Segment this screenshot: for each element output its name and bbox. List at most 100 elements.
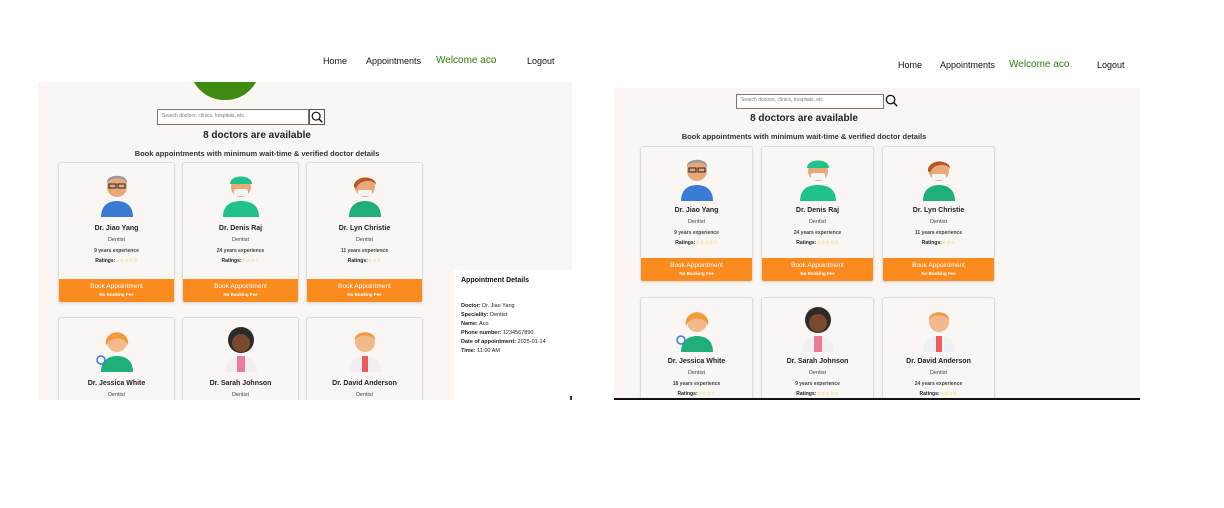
- rating-stars: ☆☆☆☆: [939, 391, 958, 397]
- doctor-speciality: Dentist: [231, 392, 250, 398]
- doctor-experience: 9 years experience: [795, 381, 840, 387]
- book-appointment-button[interactable]: Book Appointment No Booking Fee: [883, 258, 994, 281]
- doctor-card: Dr. David Anderson Dentist 24 years expe…: [882, 297, 995, 400]
- doctor-avatar: [222, 176, 259, 217]
- book-label: Book Appointment: [90, 283, 143, 290]
- doctor-ratings: Ratings:☆☆☆☆☆: [641, 240, 752, 246]
- doctor-ratings: Ratings:☆☆☆☆☆: [59, 258, 174, 264]
- doctor-avatar: [801, 307, 834, 352]
- book-appointment-button[interactable]: Book Appointment No Booking Fee: [307, 279, 422, 302]
- doctor-name: Dr. David Anderson: [332, 380, 397, 387]
- appt-speciality: Speciality: Dentist: [461, 312, 508, 318]
- doctor-speciality: Dentist: [808, 219, 827, 225]
- doctor-card: Dr. Sarah Johnson Dentist: [182, 317, 299, 400]
- nav-appointments-link[interactable]: Appointments: [940, 60, 995, 70]
- doctor-avatar: [680, 159, 713, 201]
- doctor-experience: 18 years experience: [672, 381, 721, 387]
- search-input[interactable]: Search doctors, clinics, hospitals, etc.: [157, 109, 309, 125]
- logo: [190, 82, 260, 100]
- doctor-speciality: Dentist: [929, 219, 948, 225]
- welcome-text: Welcome aco: [1009, 59, 1070, 70]
- doctor-card: Dr. Jessica White Dentist 18 years exper…: [640, 297, 753, 400]
- doctor-name: Dr. David Anderson: [906, 358, 971, 365]
- doctor-card: Dr. Sarah Johnson Dentist 9 years experi…: [761, 297, 874, 400]
- rating-stars: ☆☆☆☆: [697, 391, 716, 397]
- available-count: 8 doctors are available: [750, 113, 858, 124]
- doctor-experience: 9 years experience: [94, 248, 139, 254]
- ratings-label: Ratings:: [919, 391, 940, 397]
- ratings-label: Ratings:: [796, 240, 817, 246]
- doctor-card: Dr. Jiao Yang Dentist 9 years experience…: [58, 162, 175, 303]
- doctor-avatar: [922, 312, 955, 352]
- doctor-ratings: Ratings:☆☆☆☆: [183, 258, 298, 264]
- appt-date: Date of appointment: 2025-01-14: [461, 339, 546, 345]
- search-input[interactable]: Search doctors, clinics, hospitals, etc.: [736, 94, 884, 109]
- doctor-speciality: Dentist: [107, 392, 126, 398]
- doctor-card: Dr. Lyn Christie Dentist 11 years experi…: [882, 146, 995, 282]
- doctor-speciality: Dentist: [355, 392, 374, 398]
- rating-stars: ☆☆☆☆☆: [816, 240, 839, 246]
- doctor-speciality: Dentist: [808, 370, 827, 376]
- doctor-experience: 24 years experience: [914, 381, 963, 387]
- book-appointment-button[interactable]: Book Appointment No Booking Fee: [183, 279, 298, 302]
- doctor-avatar: [348, 332, 381, 372]
- doctor-ratings: Ratings:☆☆☆☆☆: [762, 240, 873, 246]
- book-label: Book Appointment: [338, 283, 391, 290]
- doctor-name: Dr. Lyn Christie: [338, 225, 391, 232]
- doctor-speciality: Dentist: [231, 237, 250, 243]
- nav-logout-link[interactable]: Logout: [527, 56, 555, 66]
- doctor-name: Dr. Denis Raj: [218, 225, 263, 232]
- doctor-speciality: Dentist: [355, 237, 374, 243]
- rating-stars: ☆☆☆: [941, 240, 956, 246]
- doctor-ratings: Ratings:☆☆☆☆☆: [762, 391, 873, 397]
- doctor-name: Dr. Lyn Christie: [912, 207, 965, 214]
- doctor-avatar: [224, 327, 257, 372]
- doctor-avatar: [95, 332, 133, 372]
- no-fee-label: No Booking Fee: [223, 292, 258, 297]
- scroll-indicator: [570, 396, 572, 400]
- left-screenshot: Home Appointments Welcome aco Logout Sea…: [38, 48, 572, 400]
- ratings-label: Ratings:: [95, 258, 116, 264]
- doctor-speciality: Dentist: [687, 219, 706, 225]
- book-appointment-button[interactable]: Book Appointment No Booking Fee: [641, 258, 752, 281]
- doctor-avatar: [348, 177, 381, 217]
- doctor-name: Dr. Jessica White: [667, 358, 726, 365]
- appt-time: Time: 11:00 AM: [461, 348, 500, 354]
- doctor-avatar: [922, 161, 955, 201]
- tagline: Book appointments with minimum wait-time…: [134, 149, 380, 158]
- no-fee-label: No Booking Fee: [800, 271, 835, 276]
- rating-stars: ☆☆☆☆☆: [695, 240, 718, 246]
- doctor-speciality: Dentist: [107, 237, 126, 243]
- appt-doctor: Doctor: Dr. Jiao Yang: [461, 303, 515, 309]
- doctor-speciality: Dentist: [687, 370, 706, 376]
- doctor-experience: 11 years experience: [914, 230, 963, 236]
- nav-logout-link[interactable]: Logout: [1097, 60, 1125, 70]
- doctor-card: Dr. Denis Raj Dentist 24 years experienc…: [182, 162, 299, 303]
- rating-stars: ☆☆☆☆: [241, 258, 260, 264]
- rating-stars: ☆☆☆: [367, 258, 382, 264]
- search-button[interactable]: [884, 93, 899, 108]
- doctor-speciality: Dentist: [929, 370, 948, 376]
- doctor-card: Dr. Jiao Yang Dentist 9 years experience…: [640, 146, 753, 282]
- top-nav: Home Appointments Welcome aco Logout: [614, 48, 1140, 84]
- book-appointment-button[interactable]: Book Appointment No Booking Fee: [762, 258, 873, 281]
- ratings-label: Ratings:: [347, 258, 368, 264]
- nav-home-link[interactable]: Home: [898, 60, 922, 70]
- appointment-title: Appointment Details: [461, 277, 530, 284]
- book-appointment-button[interactable]: Book Appointment No Booking Fee: [59, 279, 174, 302]
- ratings-label: Ratings:: [675, 240, 696, 246]
- doctor-card: Dr. Jessica White Dentist: [58, 317, 175, 400]
- no-fee-label: No Booking Fee: [921, 271, 956, 276]
- search-button[interactable]: [309, 109, 325, 125]
- nav-home-link[interactable]: Home: [323, 56, 347, 66]
- doctor-experience: 24 years experience: [216, 248, 265, 254]
- appt-phone: Phone number: 1234567890: [461, 330, 534, 336]
- nav-appointments-link[interactable]: Appointments: [366, 56, 421, 66]
- no-fee-label: No Booking Fee: [99, 292, 134, 297]
- doctor-name: Dr. Sarah Johnson: [786, 358, 849, 365]
- rating-stars: ☆☆☆☆☆: [115, 258, 138, 264]
- ratings-label: Ratings:: [677, 391, 698, 397]
- doctor-avatar: [799, 160, 836, 201]
- doctor-card: Dr. Lyn Christie Dentist 11 years experi…: [306, 162, 423, 303]
- no-fee-label: No Booking Fee: [679, 271, 714, 276]
